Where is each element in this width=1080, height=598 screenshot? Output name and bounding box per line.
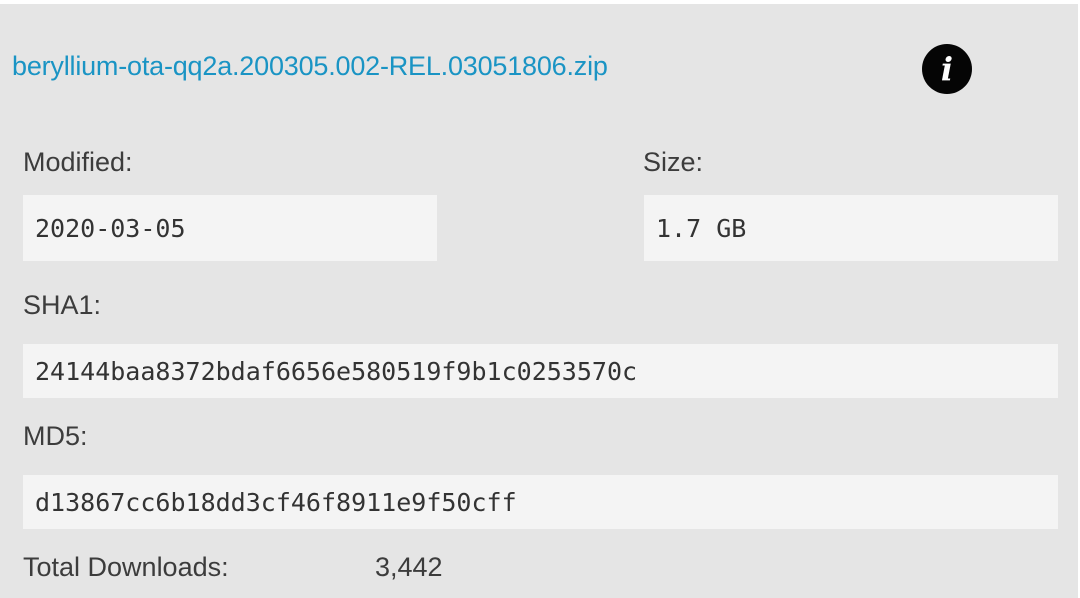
file-download-link[interactable]: beryllium-ota-qq2a.200305.002-REL.030518… <box>12 51 608 82</box>
modified-field[interactable]: 2020-03-05 <box>23 195 437 261</box>
sha1-label: SHA1: <box>23 290 102 320</box>
md5-label: MD5: <box>23 421 88 451</box>
total-downloads-value: 3,442 <box>375 552 443 582</box>
size-label: Size: <box>643 147 704 177</box>
info-icon[interactable]: i <box>922 44 972 94</box>
total-downloads-label: Total Downloads: <box>23 552 229 582</box>
file-details-card: beryllium-ota-qq2a.200305.002-REL.030518… <box>0 4 1078 598</box>
size-field[interactable]: 1.7 GB <box>644 195 1058 261</box>
modified-label: Modified: <box>23 147 133 177</box>
md5-field[interactable]: d13867cc6b18dd3cf46f8911e9f50cff <box>23 475 1058 529</box>
sha1-field[interactable]: 24144baa8372bdaf6656e580519f9b1c0253570c <box>23 344 1058 398</box>
